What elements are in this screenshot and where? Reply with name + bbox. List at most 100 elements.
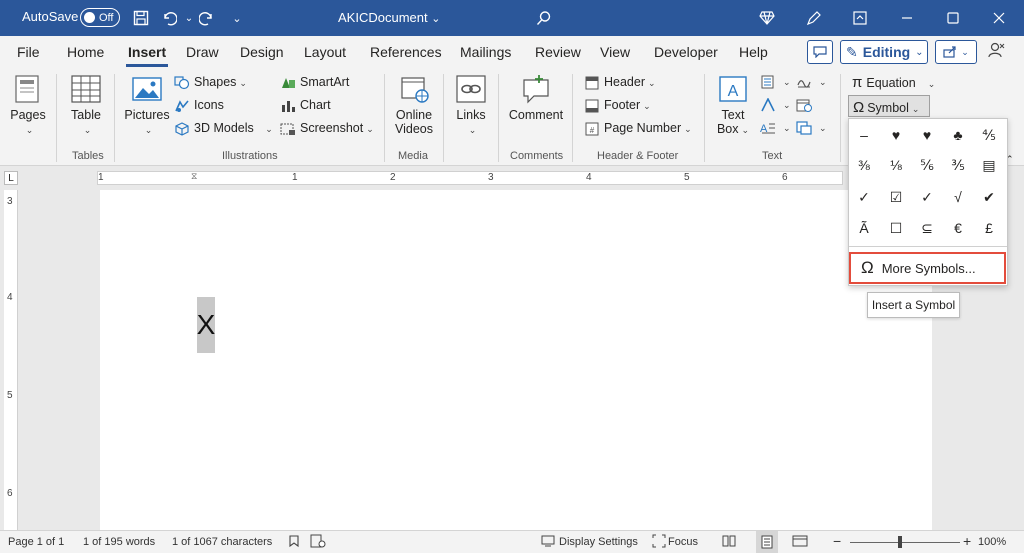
header-button[interactable]: Header ⌄ [584, 75, 656, 90]
selected-text[interactable]: X [197, 297, 215, 353]
document-page[interactable] [100, 190, 932, 530]
zoom-out-icon[interactable]: − [833, 533, 841, 549]
symbol-cell[interactable]: £ [974, 214, 1004, 242]
autosave-toggle[interactable]: Off [80, 8, 120, 27]
links-button[interactable]: Links ⌄ [452, 74, 490, 136]
drop-cap-button[interactable]: A ⌄ [760, 120, 791, 135]
search-icon[interactable] [533, 7, 555, 29]
pictures-button[interactable]: Pictures ⌄ [124, 74, 170, 136]
chart-button[interactable]: Chart [280, 98, 331, 113]
text-box-button[interactable]: A Text Box ⌄ [714, 74, 752, 136]
tab-home[interactable]: Home [67, 44, 104, 60]
coauthor-icon[interactable] [988, 42, 1006, 63]
share-button[interactable]: ⌄ [935, 40, 977, 64]
tab-file[interactable]: File [17, 44, 40, 60]
word-count[interactable]: 1 of 195 words [83, 536, 155, 548]
zoom-level[interactable]: 100% [978, 536, 1006, 548]
diamond-icon[interactable] [755, 6, 779, 30]
table-button[interactable]: Table ⌄ [68, 74, 104, 136]
close-icon[interactable] [987, 6, 1011, 30]
ribbon-display-icon[interactable] [848, 6, 872, 30]
undo-icon[interactable] [158, 7, 180, 29]
symbol-cell[interactable]: Ã [849, 214, 879, 242]
print-layout-icon[interactable] [756, 531, 778, 553]
drop-cap-icon: A [760, 123, 775, 135]
symbol-cell[interactable]: ⅛ [881, 151, 911, 179]
footer-button[interactable]: Footer ⌄ [584, 98, 651, 113]
screenshot-button[interactable]: Screenshot ⌄ [280, 121, 374, 136]
more-symbols-button[interactable]: Ω More Symbols... [849, 252, 1006, 284]
symbol-cell[interactable]: ☑ [881, 183, 911, 211]
object-icon [796, 121, 812, 135]
footer-icon [585, 99, 599, 113]
proofing-icon[interactable] [288, 534, 302, 551]
icons-button[interactable]: Icons [174, 98, 224, 113]
tab-draw[interactable]: Draw [186, 44, 219, 60]
symbol-cell[interactable]: ✓ [912, 183, 942, 211]
tab-references[interactable]: References [370, 44, 442, 60]
accessibility-icon[interactable] [310, 534, 326, 551]
pen-icon[interactable] [802, 6, 826, 30]
symbol-cell[interactable]: ⊆ [912, 214, 942, 242]
focus-button[interactable]: Focus [668, 536, 698, 548]
tab-design[interactable]: Design [240, 44, 284, 60]
tab-stop-selector[interactable]: L [4, 171, 18, 185]
symbol-button[interactable]: Ω Symbol ⌄ [848, 95, 930, 117]
save-icon[interactable] [130, 7, 152, 29]
online-videos-button[interactable]: Online Videos [392, 74, 436, 136]
vertical-ruler[interactable]: 3 4 5 6 [4, 190, 18, 530]
symbol-cell[interactable]: ♥ [912, 121, 942, 149]
object-button[interactable]: ⌄ [796, 120, 827, 135]
quick-parts-button[interactable]: ⌄ [760, 74, 791, 89]
tab-insert[interactable]: Insert [125, 44, 169, 67]
horizontal-ruler[interactable]: 1 1 2 3 4 5 6 ⧖ [97, 171, 843, 185]
display-settings-button[interactable]: Display Settings [559, 536, 638, 548]
signature-line-button[interactable]: ⌄ [796, 74, 827, 89]
customize-toolbar-icon[interactable]: ⌄ [226, 7, 248, 29]
3d-models-button[interactable]: 3D Models ⌄ [174, 121, 273, 136]
tab-mailings[interactable]: Mailings [460, 44, 511, 60]
group-label-illustrations: Illustrations [222, 150, 278, 162]
zoom-slider-thumb[interactable] [898, 536, 902, 548]
tab-help[interactable]: Help [739, 44, 768, 60]
zoom-slider-track[interactable] [850, 542, 960, 543]
minimize-icon[interactable] [895, 6, 919, 30]
symbol-cell[interactable]: ✔ [974, 183, 1004, 211]
equation-button[interactable]: π Equation ⌄ [852, 74, 935, 91]
maximize-icon[interactable] [941, 6, 965, 30]
page-count[interactable]: Page 1 of 1 [8, 536, 64, 548]
character-count[interactable]: 1 of 1067 characters [172, 536, 272, 548]
calendar-icon [796, 99, 812, 112]
tab-developer[interactable]: Developer [654, 44, 718, 60]
zoom-in-icon[interactable]: + [963, 533, 971, 549]
editing-mode-button[interactable]: ✎ Editing ⌄ [840, 40, 928, 64]
symbol-cell[interactable]: ⅘ [974, 121, 1004, 149]
date-time-button[interactable] [796, 97, 816, 112]
tab-review[interactable]: Review [535, 44, 581, 60]
pages-button[interactable]: Pages ⌄ [10, 74, 46, 136]
tab-view[interactable]: View [600, 44, 630, 60]
tab-layout[interactable]: Layout [304, 44, 346, 60]
wordart-button[interactable]: ⌄ [760, 97, 791, 112]
indent-marker-icon[interactable]: ⧖ [191, 171, 197, 182]
symbol-cell[interactable]: ☐ [881, 214, 911, 242]
read-mode-icon[interactable] [722, 534, 736, 551]
symbol-cell[interactable]: ⅚ [912, 151, 942, 179]
smartart-button[interactable]: SmartArt [280, 75, 349, 90]
symbol-cell[interactable]: ♥ [881, 121, 911, 149]
symbol-cell[interactable]: ▤ [974, 151, 1004, 179]
symbol-cell[interactable]: ✓ [849, 183, 879, 211]
symbol-cell[interactable]: √ [943, 183, 973, 211]
redo-icon[interactable] [196, 7, 218, 29]
new-comment-button[interactable]: Comment [506, 74, 566, 122]
document-title[interactable]: AKICDocument ⌄ [338, 10, 440, 25]
comments-button[interactable] [807, 40, 833, 64]
symbol-cell[interactable]: € [943, 214, 973, 242]
page-number-button[interactable]: # Page Number ⌄ [584, 121, 692, 136]
symbol-cell[interactable]: – [849, 121, 879, 149]
web-layout-icon[interactable] [792, 534, 808, 551]
symbol-cell[interactable]: ♣ [943, 121, 973, 149]
shapes-button[interactable]: Shapes ⌄ [174, 75, 247, 90]
symbol-cell[interactable]: ⅗ [943, 151, 973, 179]
symbol-cell[interactable]: ⅜ [849, 151, 879, 179]
